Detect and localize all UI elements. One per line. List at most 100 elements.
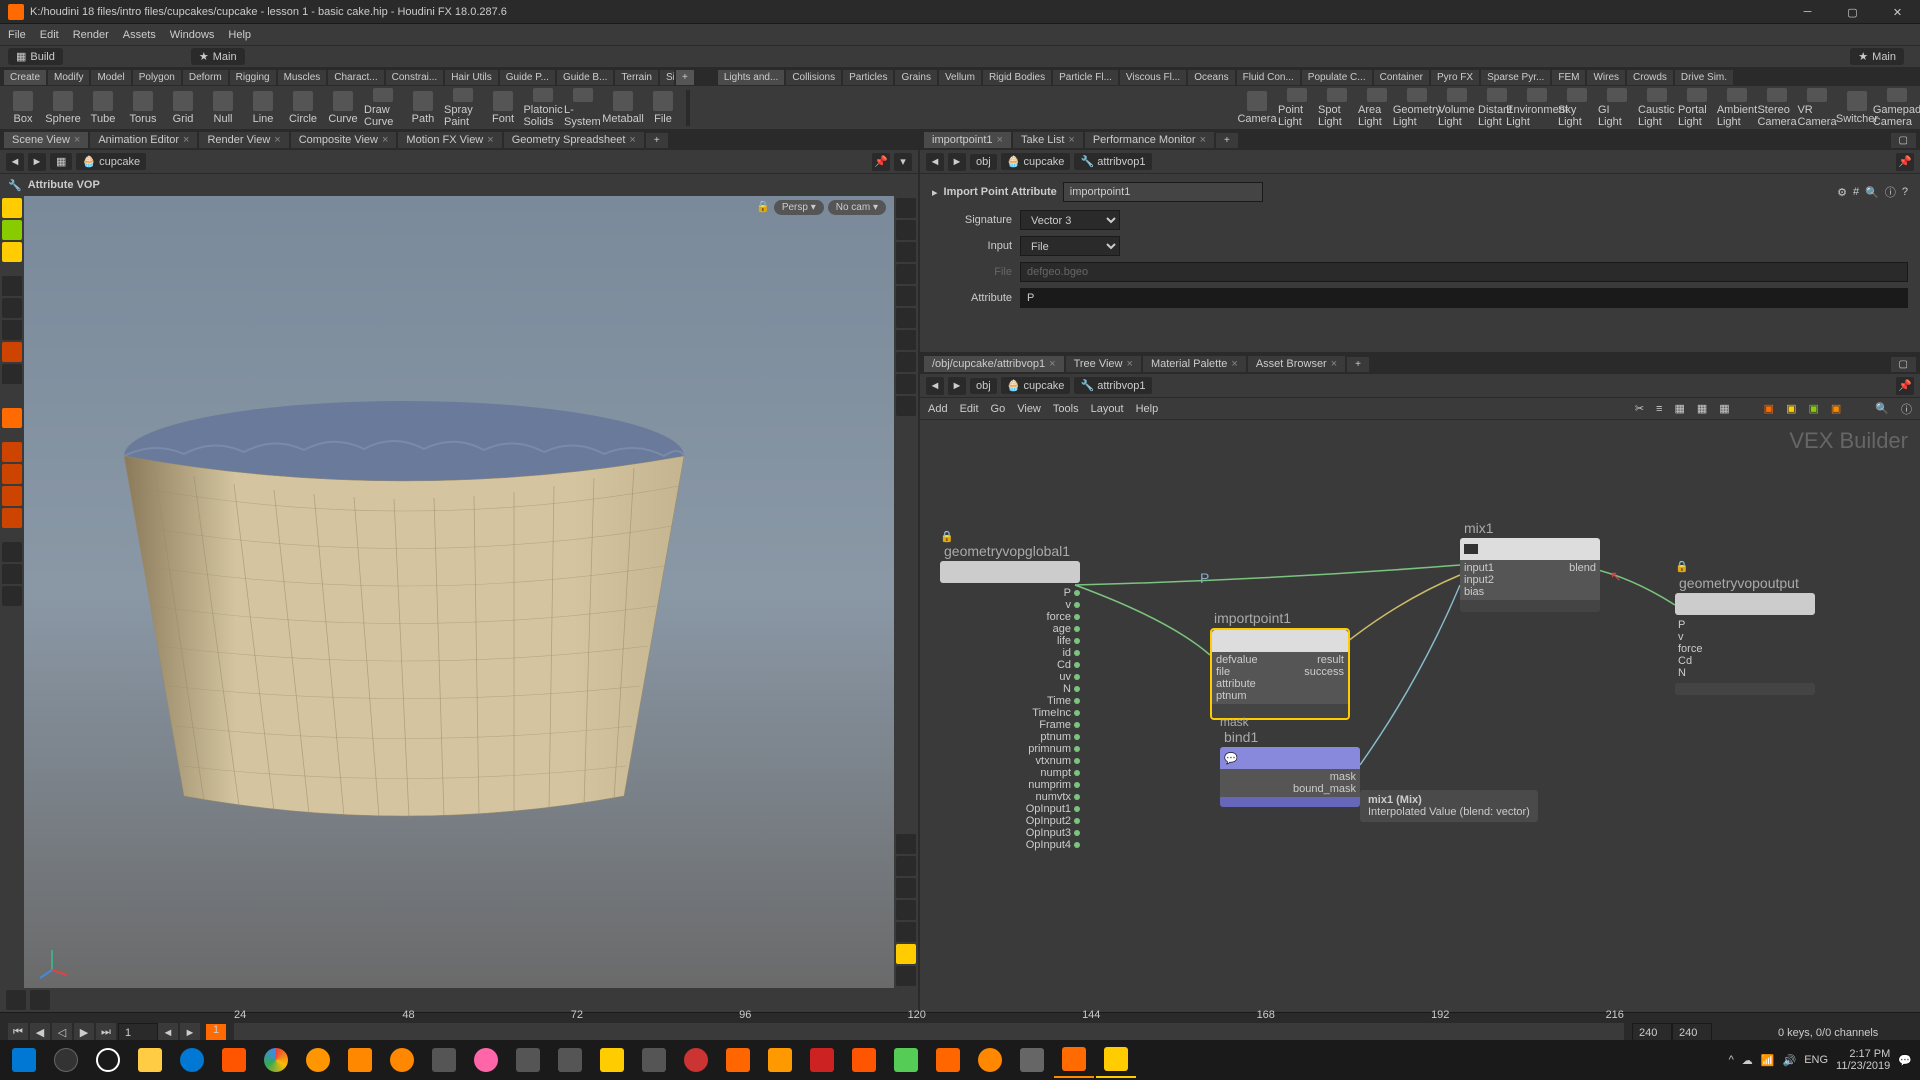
camera-selector[interactable]: No cam ▾ <box>828 200 886 215</box>
net-tool-icon[interactable]: ▦ <box>1697 402 1707 415</box>
tray-date[interactable]: 11/23/2019 <box>1836 1060 1890 1072</box>
app-icon[interactable] <box>844 1042 884 1078</box>
snap-tool[interactable] <box>30 990 50 1010</box>
shelf-tab[interactable]: Terrain <box>615 70 658 85</box>
shelf-tool[interactable]: Caustic Light <box>1638 88 1676 128</box>
shelf-tab[interactable]: Vellum <box>939 70 981 85</box>
app-icon[interactable] <box>886 1042 926 1078</box>
tab-geo-spread[interactable]: Geometry Spreadsheet× <box>504 132 644 148</box>
chrome-icon[interactable] <box>256 1042 296 1078</box>
shelf-tool[interactable]: Sphere <box>44 88 82 128</box>
vlc-icon[interactable] <box>340 1042 380 1078</box>
node-importpoint[interactable]: importpoint1 defvalue file attribute ptn… <box>1210 610 1350 720</box>
shelf-tool[interactable]: Camera <box>1238 88 1276 128</box>
app-icon[interactable] <box>760 1042 800 1078</box>
hash-icon[interactable]: # <box>1853 186 1859 198</box>
info-icon[interactable]: ⓘ <box>1901 401 1912 417</box>
attribute-field[interactable] <box>1020 288 1908 308</box>
shelf-tab[interactable]: Guide P... <box>500 70 555 85</box>
net-tool-icon[interactable]: ▦ <box>1719 402 1729 415</box>
shelf-tool[interactable]: Portal Light <box>1678 88 1716 128</box>
node-geometryvopglobal[interactable]: 🔒 geometryvopglobal1 PvforceagelifeidCdu… <box>940 530 1080 851</box>
path-cupcake[interactable]: 🧁 cupcake <box>1001 377 1071 394</box>
help-icon[interactable]: ? <box>1902 186 1908 198</box>
search-icon[interactable]: 🔍 <box>1865 186 1879 199</box>
app-icon[interactable] <box>676 1042 716 1078</box>
app-icon[interactable] <box>718 1042 758 1078</box>
net-menu-edit[interactable]: Edit <box>960 403 979 415</box>
shelf-tool[interactable]: Point Light <box>1278 88 1316 128</box>
shelf-tool[interactable]: Area Light <box>1358 88 1396 128</box>
shelf-tool[interactable]: Grid <box>164 88 202 128</box>
shelf-tab[interactable]: Modify <box>48 70 89 85</box>
node-bind[interactable]: mask bind1 💬 mask bound_mask <box>1220 715 1360 807</box>
shelf-tool[interactable]: L-System <box>564 88 602 128</box>
display-tool[interactable] <box>896 396 916 416</box>
shelf-tool[interactable]: Path <box>404 88 442 128</box>
net-tool-icon[interactable]: ▣ <box>1831 402 1841 415</box>
net-tool-icon[interactable]: ▦ <box>1674 402 1684 415</box>
display-tool[interactable] <box>896 308 916 328</box>
net-tool-icon[interactable]: ▣ <box>1786 402 1796 415</box>
display-options-icon[interactable]: ▾ <box>894 153 912 171</box>
app-icon[interactable] <box>1012 1042 1052 1078</box>
path-cupcake[interactable]: 🧁 cupcake <box>1001 153 1071 170</box>
viewport-3d[interactable]: 🔒 Persp ▾ No cam ▾ <box>24 196 894 988</box>
shelf-tool[interactable]: Curve <box>324 88 362 128</box>
maximize-icon[interactable]: ▢ <box>1891 357 1916 372</box>
blender-icon[interactable] <box>970 1042 1010 1078</box>
shelf-tab[interactable]: Constrai... <box>386 70 444 85</box>
explorer-icon[interactable] <box>130 1042 170 1078</box>
keys-status[interactable]: 0 keys, 0/0 channels <box>1772 1025 1912 1041</box>
display-tool[interactable] <box>896 834 916 854</box>
houdini-task-icon[interactable] <box>1054 1042 1094 1078</box>
shelf-tab[interactable]: Container <box>1374 70 1429 85</box>
shelf-tool[interactable]: Font <box>484 88 522 128</box>
tab-importpoint[interactable]: importpoint1× <box>924 132 1011 148</box>
firefox-icon[interactable] <box>298 1042 338 1078</box>
tab-add[interactable]: + <box>1347 357 1369 372</box>
tool-btn[interactable] <box>2 364 22 384</box>
app-icon[interactable] <box>1096 1042 1136 1078</box>
tray-chevron-icon[interactable]: ^ <box>1729 1054 1734 1066</box>
shelf-tab[interactable]: Crowds <box>1627 70 1673 85</box>
net-menu-tools[interactable]: Tools <box>1053 403 1079 415</box>
shelf-tool[interactable]: Stereo Camera <box>1758 88 1796 128</box>
path-obj[interactable]: obj <box>970 378 997 394</box>
net-tool-icon[interactable]: ▣ <box>1808 402 1818 415</box>
tool-btn[interactable] <box>2 408 22 428</box>
tool-btn[interactable] <box>2 464 22 484</box>
lock-tool[interactable] <box>2 298 22 318</box>
app-icon[interactable] <box>592 1042 632 1078</box>
shelf-tab[interactable]: Particle Fl... <box>1053 70 1118 85</box>
tab-composite[interactable]: Composite View× <box>291 132 397 148</box>
back-button[interactable]: ◄ <box>926 377 944 395</box>
display-tool[interactable] <box>896 374 916 394</box>
persp-selector[interactable]: Persp ▾ <box>774 200 824 215</box>
krita-icon[interactable] <box>466 1042 506 1078</box>
search-button[interactable] <box>46 1042 86 1078</box>
forward-button[interactable]: ► <box>948 377 966 395</box>
shelf-tool[interactable]: Torus <box>124 88 162 128</box>
shelf-tab[interactable]: Guide B... <box>557 70 613 85</box>
display-tool[interactable] <box>896 286 916 306</box>
shelf-tool[interactable]: Tube <box>84 88 122 128</box>
shelf-tab[interactable]: Wires <box>1587 70 1625 85</box>
minimize-button[interactable]: ─ <box>1785 0 1830 24</box>
path-obj[interactable]: obj <box>970 154 997 170</box>
brave-icon[interactable] <box>214 1042 254 1078</box>
net-menu-add[interactable]: Add <box>928 403 948 415</box>
node-mix[interactable]: mix1 input1 input2 bias blend <box>1460 520 1600 612</box>
shelf-tool[interactable]: Draw Curve <box>364 88 402 128</box>
shelf-tab[interactable]: Collisions <box>786 70 841 85</box>
net-tool-icon[interactable]: ✂ <box>1635 402 1644 415</box>
tab-perfmon[interactable]: Performance Monitor× <box>1085 132 1214 148</box>
tool-btn[interactable] <box>2 586 22 606</box>
display-tool[interactable] <box>896 878 916 898</box>
tool-btn[interactable] <box>2 486 22 506</box>
display-tool[interactable] <box>896 220 916 240</box>
shelf-tab[interactable]: Model <box>91 70 130 85</box>
select-tool[interactable] <box>2 198 22 218</box>
tray-notifications-icon[interactable]: 💬 <box>1898 1054 1912 1067</box>
menu-assets[interactable]: Assets <box>123 29 156 41</box>
